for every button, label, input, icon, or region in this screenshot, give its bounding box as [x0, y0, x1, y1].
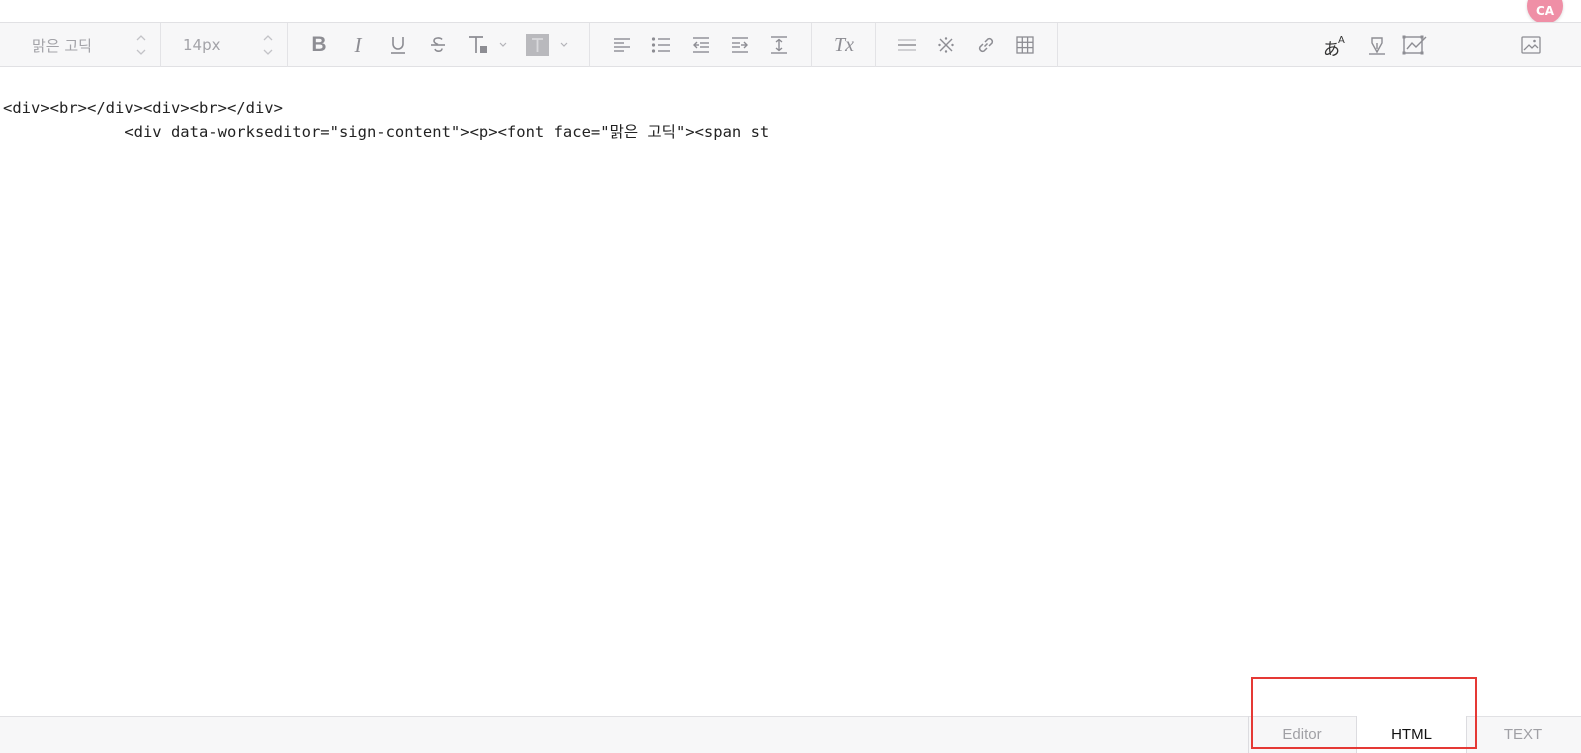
toolbar-divider [589, 23, 590, 67]
toolbar-divider [875, 23, 876, 67]
indent-button[interactable] [726, 23, 754, 67]
bold-icon: B [311, 33, 327, 56]
underline-icon [391, 37, 405, 54]
top-strip [0, 0, 1581, 22]
signature-button[interactable] [1362, 23, 1392, 67]
font-size-value: 14px [183, 36, 221, 54]
italic-icon: I [354, 32, 362, 57]
svg-text:A: A [1338, 35, 1345, 46]
tab-editor[interactable]: Editor [1248, 716, 1355, 753]
text-color-icon [469, 36, 507, 53]
image-icon [1521, 36, 1541, 54]
html-source-editor[interactable]: <div><br></div><div><br></div> <div data… [3, 96, 769, 144]
image-button[interactable] [1517, 23, 1545, 67]
avatar-text: CA [1535, 4, 1555, 18]
bold-button[interactable]: B [305, 23, 333, 67]
translate-icon: あA [1323, 35, 1345, 58]
line-height-button[interactable] [765, 23, 793, 67]
font-family-stepper-icon[interactable] [135, 32, 147, 58]
horizontal-rule-button[interactable] [893, 23, 921, 67]
editor-toolbar: 맑은 고딕 14px B I Tx あ A [0, 22, 1581, 67]
link-button[interactable] [972, 23, 1000, 67]
translate-button[interactable]: あA [1320, 23, 1350, 67]
toolbar-divider [160, 23, 161, 67]
background-color-button[interactable] [522, 23, 572, 67]
text-color-button[interactable] [464, 23, 512, 67]
toolbar-divider [1057, 23, 1058, 67]
underline-button[interactable] [384, 23, 412, 67]
tab-text[interactable]: TEXT [1468, 716, 1578, 753]
bullet-list-icon [651, 37, 670, 53]
font-size-select[interactable]: 14px [183, 23, 253, 67]
align-left-icon [614, 38, 630, 52]
bullet-list-button[interactable] [647, 23, 675, 67]
italic-button[interactable]: I [344, 23, 372, 67]
line-height-icon [771, 36, 787, 54]
tab-html[interactable]: HTML [1356, 716, 1467, 753]
draw-button[interactable] [1400, 23, 1432, 67]
align-button[interactable] [608, 23, 636, 67]
background-color-icon [526, 34, 568, 56]
indent-icon [732, 37, 748, 53]
outdent-icon [693, 37, 709, 53]
clear-format-button[interactable]: Tx [829, 23, 859, 67]
strikethrough-icon [431, 37, 445, 52]
table-button[interactable] [1011, 23, 1039, 67]
font-family-select[interactable]: 맑은 고딕 [32, 23, 152, 67]
code-line: <div><br></div><div><br></div> [3, 99, 283, 117]
special-char-button[interactable] [932, 23, 960, 67]
font-family-value: 맑은 고딕 [32, 36, 92, 55]
pen-icon [1369, 37, 1385, 55]
code-line: <div data-workseditor="sign-content"><p>… [3, 123, 770, 141]
toolbar-divider [287, 23, 288, 67]
font-size-stepper-icon[interactable] [262, 32, 274, 58]
drawing-icon [1402, 35, 1427, 55]
table-icon [1016, 36, 1034, 54]
special-char-icon [938, 37, 954, 53]
link-icon [978, 37, 994, 53]
strikethrough-button[interactable] [424, 23, 452, 67]
horizontal-rule-icon [898, 39, 916, 51]
clear-format-icon: Tx [834, 33, 854, 56]
outdent-button[interactable] [687, 23, 715, 67]
toolbar-divider [811, 23, 812, 67]
